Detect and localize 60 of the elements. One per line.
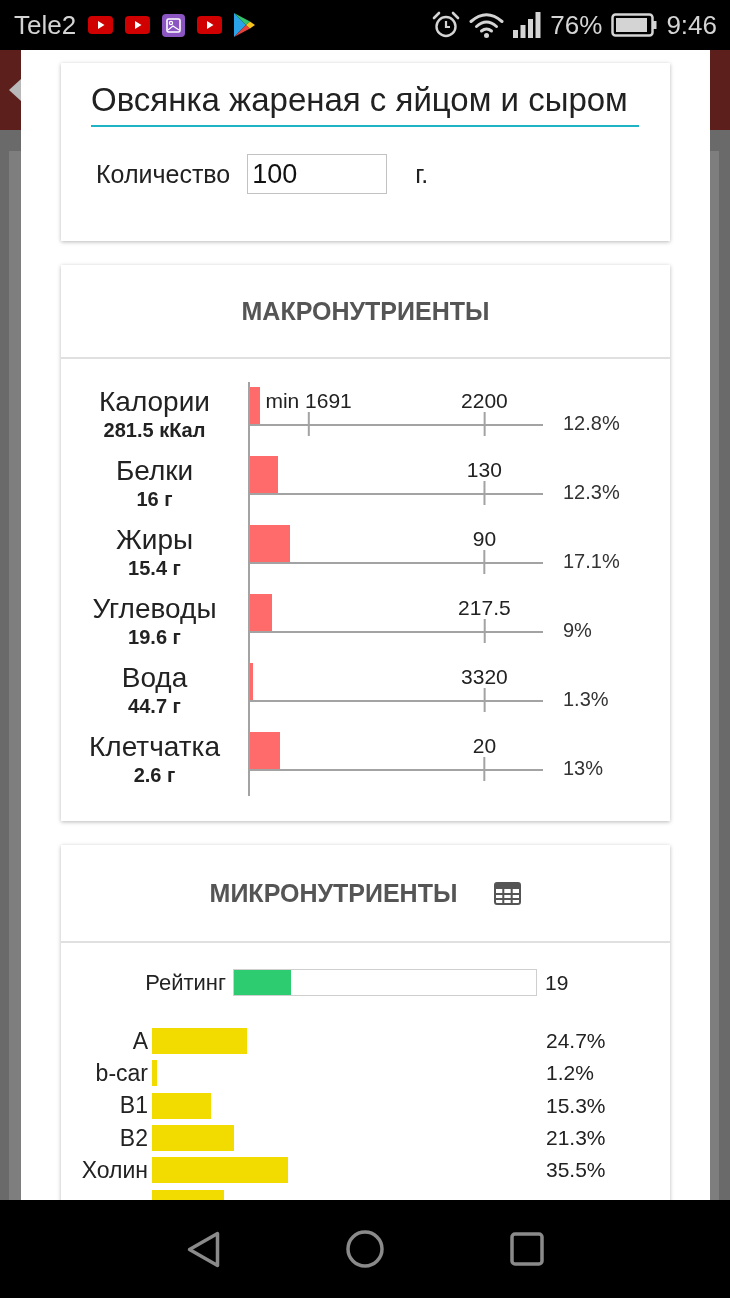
play-icon [88, 16, 114, 34]
nutrient-name: Белки [115, 456, 194, 486]
section-title: МАКРОНУТРИЕНТЫ [241, 296, 490, 326]
marker-label: 20 [472, 735, 497, 757]
nutrient-name: Углеводы [92, 594, 217, 624]
unit-label: г. [415, 159, 429, 189]
home-icon[interactable] [346, 1230, 384, 1268]
percent-value: 17.1% [562, 549, 621, 574]
wifi-icon [469, 12, 505, 38]
vitamin-name: B2 [118, 1124, 148, 1152]
marker-label: 130 [466, 459, 502, 481]
percent-value: 21.3% [545, 1126, 607, 1151]
nutrient-amount: 281.5 кКал [103, 419, 206, 441]
battery-icon [611, 13, 658, 37]
percent-value: 12.3% [562, 480, 621, 505]
play-triangle-icon [234, 13, 256, 37]
marker-label: min 1691 [265, 390, 352, 412]
percent-value: 15.3% [545, 1093, 607, 1118]
play-icon [197, 16, 223, 34]
rating-label: Рейтинг [144, 969, 226, 996]
recent-apps-icon[interactable] [510, 1232, 544, 1266]
nutrient-amount: 15.4 г [128, 557, 181, 579]
percent-value: 12.8% [562, 411, 621, 436]
signal-icon [513, 12, 542, 38]
marker-label: 2200 [461, 390, 508, 412]
quantity-field[interactable]: 100 [247, 154, 388, 194]
nutrient-amount: 16 г [136, 488, 173, 510]
nutrient-name: Вода [121, 663, 188, 693]
percent-value: 1.2% [545, 1061, 595, 1086]
nutrient-name: Клетчатка [89, 732, 220, 762]
marker-label: 90 [472, 528, 497, 550]
percent-value: 9% [562, 618, 593, 643]
nutrient-amount: 44.7 г [128, 695, 181, 717]
vitamin-name: A [131, 1027, 148, 1055]
play-icon [125, 16, 151, 34]
vitamin-name: Холин [80, 1156, 148, 1184]
food-name-field[interactable]: Овсянка жареная с яйцом и сыром [91, 81, 639, 127]
vitamin-name: b-car [94, 1059, 148, 1087]
marker-label: 217.5 [458, 597, 511, 619]
nutrient-name: Калории [99, 387, 210, 417]
section-title: МИКРОНУТРИЕНТЫ [209, 878, 458, 908]
battery-percent: 76% [550, 9, 603, 41]
nutrient-name: Жиры [115, 525, 194, 555]
carrier-name: Tele2 [14, 9, 77, 41]
percent-value: 13% [562, 756, 605, 781]
arrow-icon [9, 79, 21, 101]
back-icon[interactable] [186, 1230, 220, 1268]
nutrient-amount: 19.6 г [128, 626, 181, 648]
percent-value: 35.5% [545, 1158, 607, 1183]
clock-time: 9:46 [666, 9, 717, 41]
alarm-clock-icon [432, 11, 461, 39]
marker-label: 3320 [461, 666, 508, 688]
rating-value: 19 [544, 970, 570, 995]
percent-value: 24.7% [545, 1029, 607, 1054]
quantity-label: Количество [96, 159, 231, 189]
percent-value: 1.3% [562, 687, 610, 712]
picture-icon [162, 13, 186, 37]
vitamin-name: B1 [118, 1092, 148, 1120]
table-icon[interactable] [494, 881, 522, 905]
nutrient-amount: 2.6 г [133, 764, 176, 786]
